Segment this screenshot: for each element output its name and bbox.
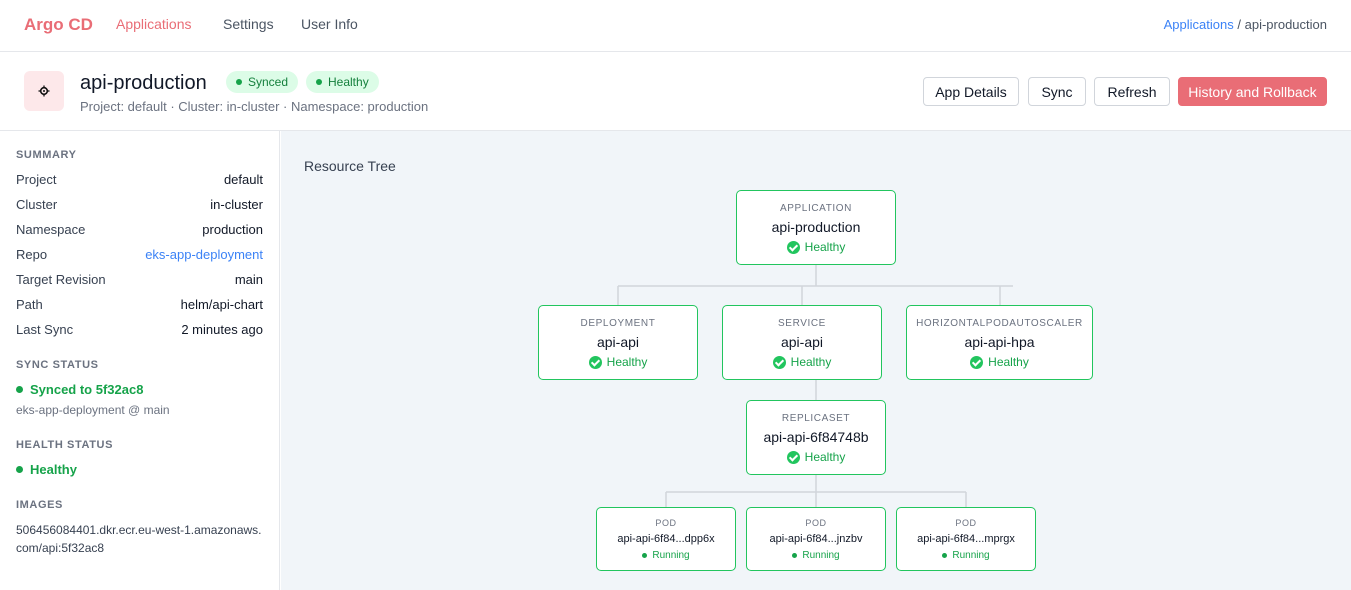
node-health-label: Healthy [988,355,1029,369]
status-dot-icon [642,553,648,558]
node-kind: POD [655,518,677,528]
node-kind: HORIZONTALPODAUTOSCALER [916,318,1083,329]
node-status: Running [597,550,735,561]
node-health-label: Healthy [606,355,648,369]
breadcrumb: Applications / api-production [1164,17,1327,32]
tree-node-deployment[interactable]: DEPLOYMENT api-api Healthy [538,305,698,380]
summary-value-target-revision: main [234,272,263,287]
repo-link[interactable]: eks-app-deployment [145,247,263,262]
sync-status-text: Synced to 5f32ac8 [30,382,144,397]
check-circle-icon [786,240,800,254]
node-kind: POD [805,518,827,528]
summary-key-target-revision: Target Revision [16,272,106,287]
status-dot-icon [236,79,242,85]
summary-value-cluster: in-cluster [210,197,263,212]
node-status-label: Running [802,550,840,561]
node-kind: DEPLOYMENT [580,318,656,329]
top-navbar: Argo CD Applications Settings User Info … [0,0,1351,52]
status-dot-icon [16,466,23,473]
tree-node-application[interactable]: APPLICATION api-production Healthy [736,190,896,265]
resource-tree-panel: Resource Tree APPLICATION api-production… [281,131,1351,590]
tree-node-pod[interactable]: POD api-api-6f84...mprgx Running [896,507,1036,571]
tree-node-replicaset[interactable]: REPLICASET api-api-6f84748b Healthy [746,400,886,475]
history-rollback-button[interactable]: History and Rollback [1178,77,1327,106]
health-status-text: Healthy [30,462,77,477]
summary-key-project: Project [16,172,57,187]
summary-value-last-sync: 2 minutes ago [181,322,263,337]
summary-value-path: helm/api-chart [180,297,263,312]
summary-heading: SUMMARY [16,149,77,161]
summary-key-repo: Repo [16,247,48,262]
app-details-button[interactable]: App Details [923,77,1019,106]
node-name: api-api [596,334,640,350]
node-name: api-api-6f84...jnzbv [769,533,863,545]
node-health-label: Healthy [804,450,846,464]
app-meta: Project: default · Cluster: in-cluster ·… [80,99,429,114]
node-kind: APPLICATION [780,203,852,214]
node-health-label: Healthy [804,240,846,254]
node-status-label: Running [952,550,990,561]
node-health: Healthy [747,450,885,464]
node-name: api-api-6f84748b [763,429,869,445]
health-status-heading: HEALTH STATUS [16,439,114,451]
sync-source: eks-app-deployment @ main [16,403,170,417]
summary-value-project: default [223,172,263,187]
status-dot-icon [792,553,798,558]
node-health: Healthy [737,240,895,254]
node-kind: POD [955,518,977,528]
argo-cd-logo[interactable]: Argo CD [24,15,93,35]
node-name: api-api-6f84...mprgx [917,533,1015,545]
status-dot-icon [316,79,322,85]
nav-settings[interactable]: Settings [223,16,274,32]
image-reference: 506456084401.dkr.ecr.eu-west-1.amazonaws… [16,523,262,555]
sync-button[interactable]: Sync [1028,77,1086,106]
node-name: api-production [771,219,861,235]
health-badge-label: Healthy [328,75,369,89]
node-name: api-api-6f84...dpp6x [617,533,715,545]
status-dot-icon [942,553,948,558]
tree-node-service[interactable]: SERVICE api-api Healthy [722,305,882,380]
tree-node-pod[interactable]: POD api-api-6f84...dpp6x Running [596,507,736,571]
check-circle-icon [970,355,984,369]
summary-key-cluster: Cluster [16,197,58,212]
node-health: Healthy [539,355,697,369]
node-status: Running [747,550,885,561]
node-kind: REPLICASET [781,413,851,424]
check-circle-icon [786,450,800,464]
node-status: Running [897,550,1035,561]
node-health-label: Healthy [790,355,832,369]
kubernetes-wheel-icon [24,71,64,111]
node-health: Healthy [907,355,1092,369]
summary-value-namespace: production [202,222,263,237]
node-name: api-api-hpa [964,334,1035,350]
summary-sidebar: SUMMARY Project default Cluster in-clust… [0,131,280,590]
app-title: api-production [80,72,207,94]
refresh-button[interactable]: Refresh [1094,77,1170,106]
sync-badge-label: Synced [248,75,289,89]
nav-applications[interactable]: Applications [116,16,192,32]
breadcrumb-separator: / [1237,17,1241,32]
summary-key-last-sync: Last Sync [16,322,74,337]
sync-status-line: Synced to 5f32ac8 [16,382,143,397]
app-header: api-production Synced Healthy Project: d… [0,52,1351,131]
check-circle-icon [588,355,602,369]
summary-key-path: Path [16,297,43,312]
tree-node-hpa[interactable]: HORIZONTALPODAUTOSCALER api-api-hpa Heal… [906,305,1093,380]
status-dot-icon [16,386,23,393]
health-status-line: Healthy [16,462,77,477]
images-heading: IMAGES [16,499,63,511]
check-circle-icon [772,355,786,369]
sync-status-heading: SYNC STATUS [16,359,99,371]
tree-node-pod[interactable]: POD api-api-6f84...jnzbv Running [746,507,886,571]
nav-user-info[interactable]: User Info [301,16,358,32]
node-kind: SERVICE [778,318,826,329]
summary-key-namespace: Namespace [16,222,86,237]
sync-status-badge: Synced [226,71,299,93]
node-status-label: Running [652,550,690,561]
health-status-badge: Healthy [306,71,379,93]
node-name: api-api [780,334,824,350]
breadcrumb-applications-link[interactable]: Applications [1164,17,1234,32]
node-health: Healthy [723,355,881,369]
breadcrumb-current: api-production [1244,17,1327,32]
